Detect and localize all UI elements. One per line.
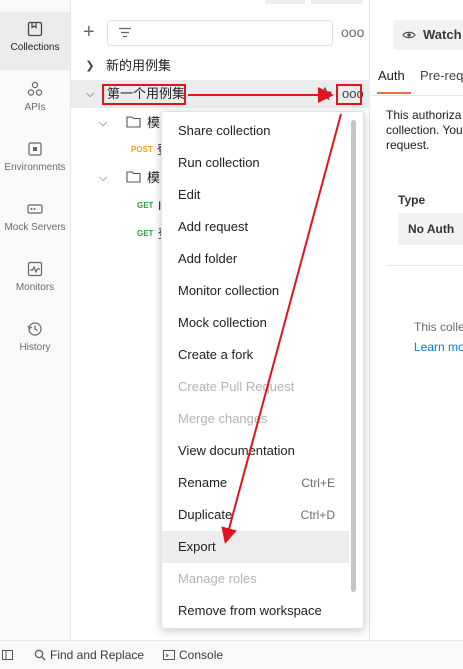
top-tab-stub: [311, 0, 363, 4]
rail-label-monitors: Monitors: [15, 282, 55, 293]
collection-context-menu: Share collection Run collection Edit Add…: [161, 111, 364, 629]
more-actions-icon[interactable]: ooo: [341, 24, 364, 40]
sidebar-toggle-icon[interactable]: [2, 648, 18, 662]
find-replace-label: Find and Replace: [50, 648, 145, 662]
apis-icon: [27, 81, 43, 96]
menu-item-export[interactable]: Export: [162, 531, 349, 563]
rail-label-history: History: [19, 342, 51, 353]
menu-item-remove-from-workspace[interactable]: Remove from workspace: [162, 595, 349, 627]
rail-item-history[interactable]: History: [0, 312, 70, 370]
tab-pre-request[interactable]: Pre-req: [420, 68, 463, 83]
rail-label-apis: APIs: [24, 102, 46, 113]
eye-icon: [402, 31, 416, 39]
menu-item-label: Duplicate: [178, 507, 233, 522]
auth-description-line: collection. You: [386, 123, 463, 137]
rail-item-mock-servers[interactable]: Mock Servers: [0, 192, 70, 250]
chevron-down-icon[interactable]: ⌵: [96, 109, 110, 137]
filter-input[interactable]: [107, 20, 333, 46]
auth-type-label: Type: [398, 193, 426, 207]
mock-servers-icon: [27, 204, 43, 214]
status-bar: Find and Replace Console: [0, 640, 463, 669]
console-icon: [163, 650, 175, 660]
filter-icon: [119, 27, 131, 38]
collection-row[interactable]: ❯ 新的用例集: [71, 52, 370, 80]
menu-item-view-documentation[interactable]: View documentation: [162, 435, 349, 467]
collection-name: 新的用例集: [106, 58, 172, 73]
annotation-box-more-button: [336, 84, 362, 105]
menu-shortcut: Ctrl+E: [301, 476, 335, 490]
rail-item-collections[interactable]: Collections: [0, 12, 70, 70]
active-tab-indicator: [377, 92, 411, 94]
menu-item-add-folder[interactable]: Add folder: [162, 243, 349, 275]
watch-button[interactable]: Watch: [393, 20, 463, 50]
divider: [371, 95, 463, 96]
method-badge-get: GET: [137, 201, 154, 210]
menu-item-rename[interactable]: Rename Ctrl+E: [162, 467, 349, 499]
star-icon[interactable]: [318, 87, 332, 101]
folder-icon: [126, 116, 141, 128]
console-button[interactable]: Console: [163, 648, 223, 662]
auth-type-select[interactable]: No Auth: [398, 213, 463, 245]
find-replace-button[interactable]: Find and Replace: [34, 648, 144, 662]
monitors-icon: [27, 261, 43, 277]
rail-item-apis[interactable]: APIs: [0, 72, 70, 130]
menu-item-run-collection[interactable]: Run collection: [162, 147, 349, 179]
menu-item-merge-changes: Merge changes: [178, 411, 268, 426]
menu-item-add-request[interactable]: Add request: [162, 211, 349, 243]
divider: [386, 265, 463, 266]
environments-icon: [28, 142, 42, 156]
chevron-down-icon[interactable]: ⌵: [83, 80, 97, 108]
auth-description: This authoriza collection. You request.: [386, 108, 463, 153]
menu-item-mock-collection[interactable]: Mock collection: [162, 307, 349, 339]
top-tab-stub: [265, 0, 305, 4]
menu-item-edit[interactable]: Edit: [162, 179, 349, 211]
watch-label: Watch: [423, 27, 462, 42]
folder-name: 模: [147, 170, 161, 185]
chevron-down-icon[interactable]: ⌵: [96, 164, 110, 192]
search-icon: [34, 649, 46, 661]
rail-item-environments[interactable]: Environments: [0, 132, 70, 190]
menu-item-create-fork[interactable]: Create a fork: [162, 339, 349, 371]
menu-item-manage-roles: Manage roles: [178, 571, 257, 586]
sidebar-rail: Collections APIs Environments Mock Serve…: [0, 0, 71, 640]
auth-description-line: This authoriza: [386, 108, 462, 122]
collection-detail-pane: Watch Auth Pre-req This authoriza collec…: [371, 0, 463, 640]
chevron-right-icon[interactable]: ❯: [83, 52, 97, 80]
tab-auth[interactable]: Auth: [378, 68, 405, 83]
learn-more-link[interactable]: Learn mo: [414, 340, 463, 354]
menu-item-create-pull-request: Create Pull Request: [178, 379, 295, 394]
rail-item-monitors[interactable]: Monitors: [0, 252, 70, 310]
method-badge-get: GET: [137, 229, 154, 238]
auth-info-text: This colle: [414, 320, 463, 334]
history-icon: [27, 322, 42, 336]
menu-item-monitor-collection[interactable]: Monitor collection: [162, 275, 349, 307]
collections-icon: [27, 21, 43, 37]
folder-name: 模: [147, 115, 161, 130]
auth-description-line: request.: [386, 138, 430, 152]
console-label: Console: [179, 648, 224, 662]
rail-label-environments: Environments: [4, 162, 66, 173]
menu-item-duplicate[interactable]: Duplicate Ctrl+D: [162, 499, 349, 531]
menu-item-share-collection[interactable]: Share collection: [162, 115, 349, 147]
method-badge-post: POST: [131, 145, 153, 154]
rail-label-collections: Collections: [10, 42, 60, 53]
folder-icon: [126, 171, 141, 183]
new-collection-button[interactable]: +: [83, 22, 95, 42]
menu-shortcut: Ctrl+D: [300, 508, 335, 522]
rail-label-mock-servers: Mock Servers: [4, 222, 66, 233]
annotation-box-collection-name: [102, 84, 186, 105]
menu-scrollbar[interactable]: [351, 120, 356, 592]
menu-item-label: Rename: [178, 475, 228, 490]
